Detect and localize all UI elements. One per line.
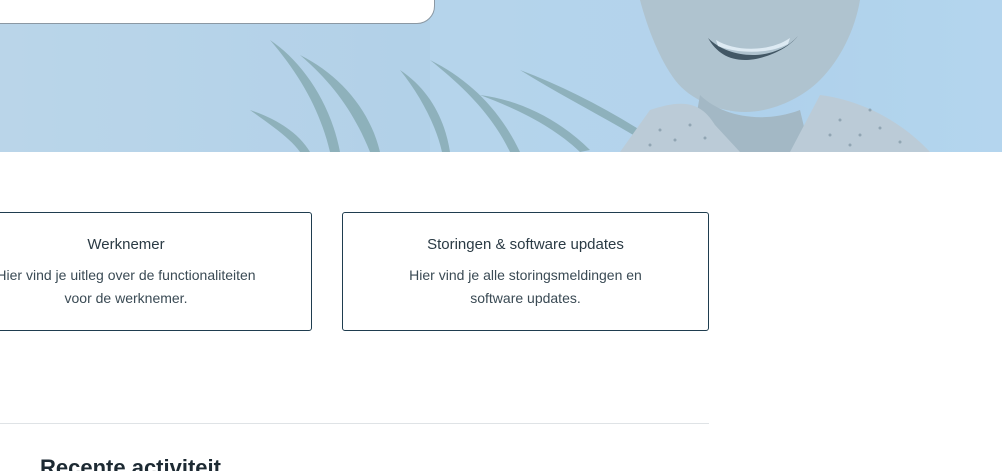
card-storingen-software-updates[interactable]: Storingen & software updates Hier vind j… xyxy=(342,212,709,331)
card-description: Hier vind je uitleg over de functionalit… xyxy=(0,267,256,306)
card-title: Werknemer xyxy=(87,236,165,253)
search-panel xyxy=(0,0,435,24)
section-divider xyxy=(0,423,709,424)
recent-activity-heading: Recente activiteit xyxy=(40,455,221,471)
card-title: Storingen & software updates xyxy=(427,236,624,253)
hero-banner xyxy=(0,0,1002,152)
page: Werknemer Hier vind je uitleg over de fu… xyxy=(0,0,1002,471)
card-werknemer[interactable]: Werknemer Hier vind je uitleg over de fu… xyxy=(0,212,312,331)
card-description: Hier vind je alle storingsmeldingen en s… xyxy=(409,267,642,306)
